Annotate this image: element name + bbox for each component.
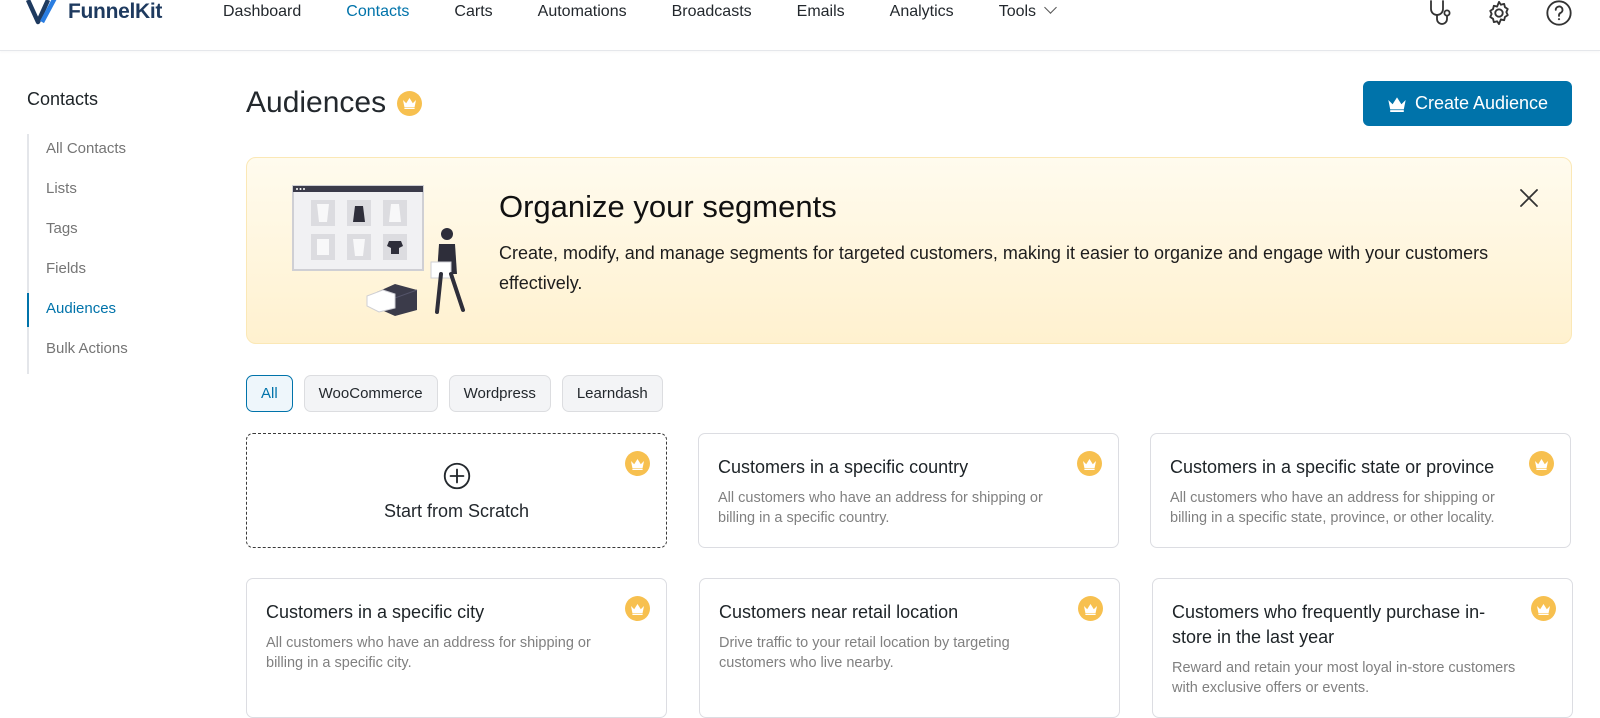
scratch-content: Start from Scratch xyxy=(247,462,666,522)
top-icons xyxy=(1394,0,1574,28)
chevron-down-icon xyxy=(1044,1,1057,14)
nav-analytics[interactable]: Analytics xyxy=(890,3,954,21)
banner-description: Create, modify, and manage segments for … xyxy=(499,243,1489,293)
crown-icon xyxy=(1078,596,1103,621)
card-description: All customers who have an address for sh… xyxy=(266,635,591,671)
gear-icon[interactable] xyxy=(1484,0,1514,28)
sidebar-item-tags[interactable]: Tags xyxy=(29,214,187,254)
crown-icon xyxy=(1388,96,1406,112)
card-description: Reward and retain your most loyal in-sto… xyxy=(1172,660,1516,696)
nav-automations[interactable]: Automations xyxy=(538,3,627,21)
start-from-scratch-card[interactable]: Start from Scratch xyxy=(246,433,667,548)
filter-wordpress[interactable]: Wordpress xyxy=(448,375,551,412)
nav-dashboard[interactable]: Dashboard xyxy=(223,3,301,21)
nav-contacts[interactable]: Contacts xyxy=(346,3,409,21)
sidebar-title: Contacts xyxy=(27,89,99,109)
card-description: Drive traffic to your retail location by… xyxy=(719,635,1010,671)
crown-icon xyxy=(1531,596,1556,621)
segments-banner: Organize your segments Create, modify, a… xyxy=(246,157,1572,344)
crown-icon xyxy=(1077,451,1102,476)
card-title: Customers who frequently purchase in-sto… xyxy=(1172,602,1486,647)
card-description: All customers who have an address for sh… xyxy=(1170,490,1495,526)
shop-illustration xyxy=(292,185,465,316)
card-description: All customers who have an address for sh… xyxy=(718,490,1043,526)
card-title: Customers near retail location xyxy=(719,602,959,622)
nav-emails[interactable]: Emails xyxy=(797,3,845,21)
filter-learndash[interactable]: Learndash xyxy=(561,375,663,412)
page-title: Audiences xyxy=(246,86,423,120)
create-audience-label: Create Audience xyxy=(1414,93,1549,113)
card-title: Customers in a specific state or provinc… xyxy=(1170,457,1495,477)
funnelkit-logo[interactable]: FunnelKit xyxy=(26,0,162,27)
nav-carts[interactable]: Carts xyxy=(454,3,492,21)
sidebar-item-bulk-actions[interactable]: Bulk Actions xyxy=(29,334,187,374)
filter-woocommerce[interactable]: WooCommerce xyxy=(303,375,438,412)
funnelkit-logo-icon xyxy=(26,0,57,25)
audience-card-city[interactable]: Customers in a specific city All custome… xyxy=(246,578,667,718)
audience-card-state[interactable]: Customers in a specific state or provinc… xyxy=(1150,433,1571,548)
card-title: Customers in a specific city xyxy=(266,602,485,622)
audience-card-country[interactable]: Customers in a specific country All cust… xyxy=(698,433,1119,548)
stethoscope-icon[interactable] xyxy=(1424,0,1454,28)
crown-icon xyxy=(625,596,650,621)
filter-tabs: All WooCommerce Wordpress Learndash xyxy=(246,375,674,412)
create-audience-button[interactable]: Create Audience xyxy=(1363,81,1572,126)
scratch-label: Start from Scratch xyxy=(383,501,530,521)
top-navbar: FunnelKit Dashboard Contacts Carts Autom… xyxy=(0,0,1600,51)
audience-card-retail-location[interactable]: Customers near retail location Drive tra… xyxy=(699,578,1120,718)
nav-tools[interactable]: Tools xyxy=(998,1,1057,21)
card-title: Customers in a specific country xyxy=(718,457,969,477)
crown-icon xyxy=(397,90,423,116)
page-title-text: Audiences xyxy=(246,86,387,119)
help-icon[interactable] xyxy=(1544,0,1574,28)
sidebar-item-audiences[interactable]: Audiences xyxy=(27,293,187,334)
sidebar-item-fields[interactable]: Fields xyxy=(29,254,187,294)
filter-all[interactable]: All xyxy=(246,375,293,412)
sidebar-item-all-contacts[interactable]: All Contacts xyxy=(29,134,187,174)
nav-tools-label: Tools xyxy=(998,3,1037,20)
sidebar-nav: All Contacts Lists Tags Fields Audiences… xyxy=(27,134,187,374)
audience-card-in-store[interactable]: Customers who frequently purchase in-sto… xyxy=(1152,578,1573,718)
sidebar-item-lists[interactable]: Lists xyxy=(29,174,187,214)
nav-broadcasts[interactable]: Broadcasts xyxy=(672,3,752,21)
brand-name: FunnelKit xyxy=(68,0,163,23)
close-icon[interactable] xyxy=(1517,186,1541,210)
banner-title: Organize your segments xyxy=(499,189,837,224)
main-nav: Dashboard Contacts Carts Automations Bro… xyxy=(223,1,1100,21)
plus-circle-icon xyxy=(443,462,470,490)
